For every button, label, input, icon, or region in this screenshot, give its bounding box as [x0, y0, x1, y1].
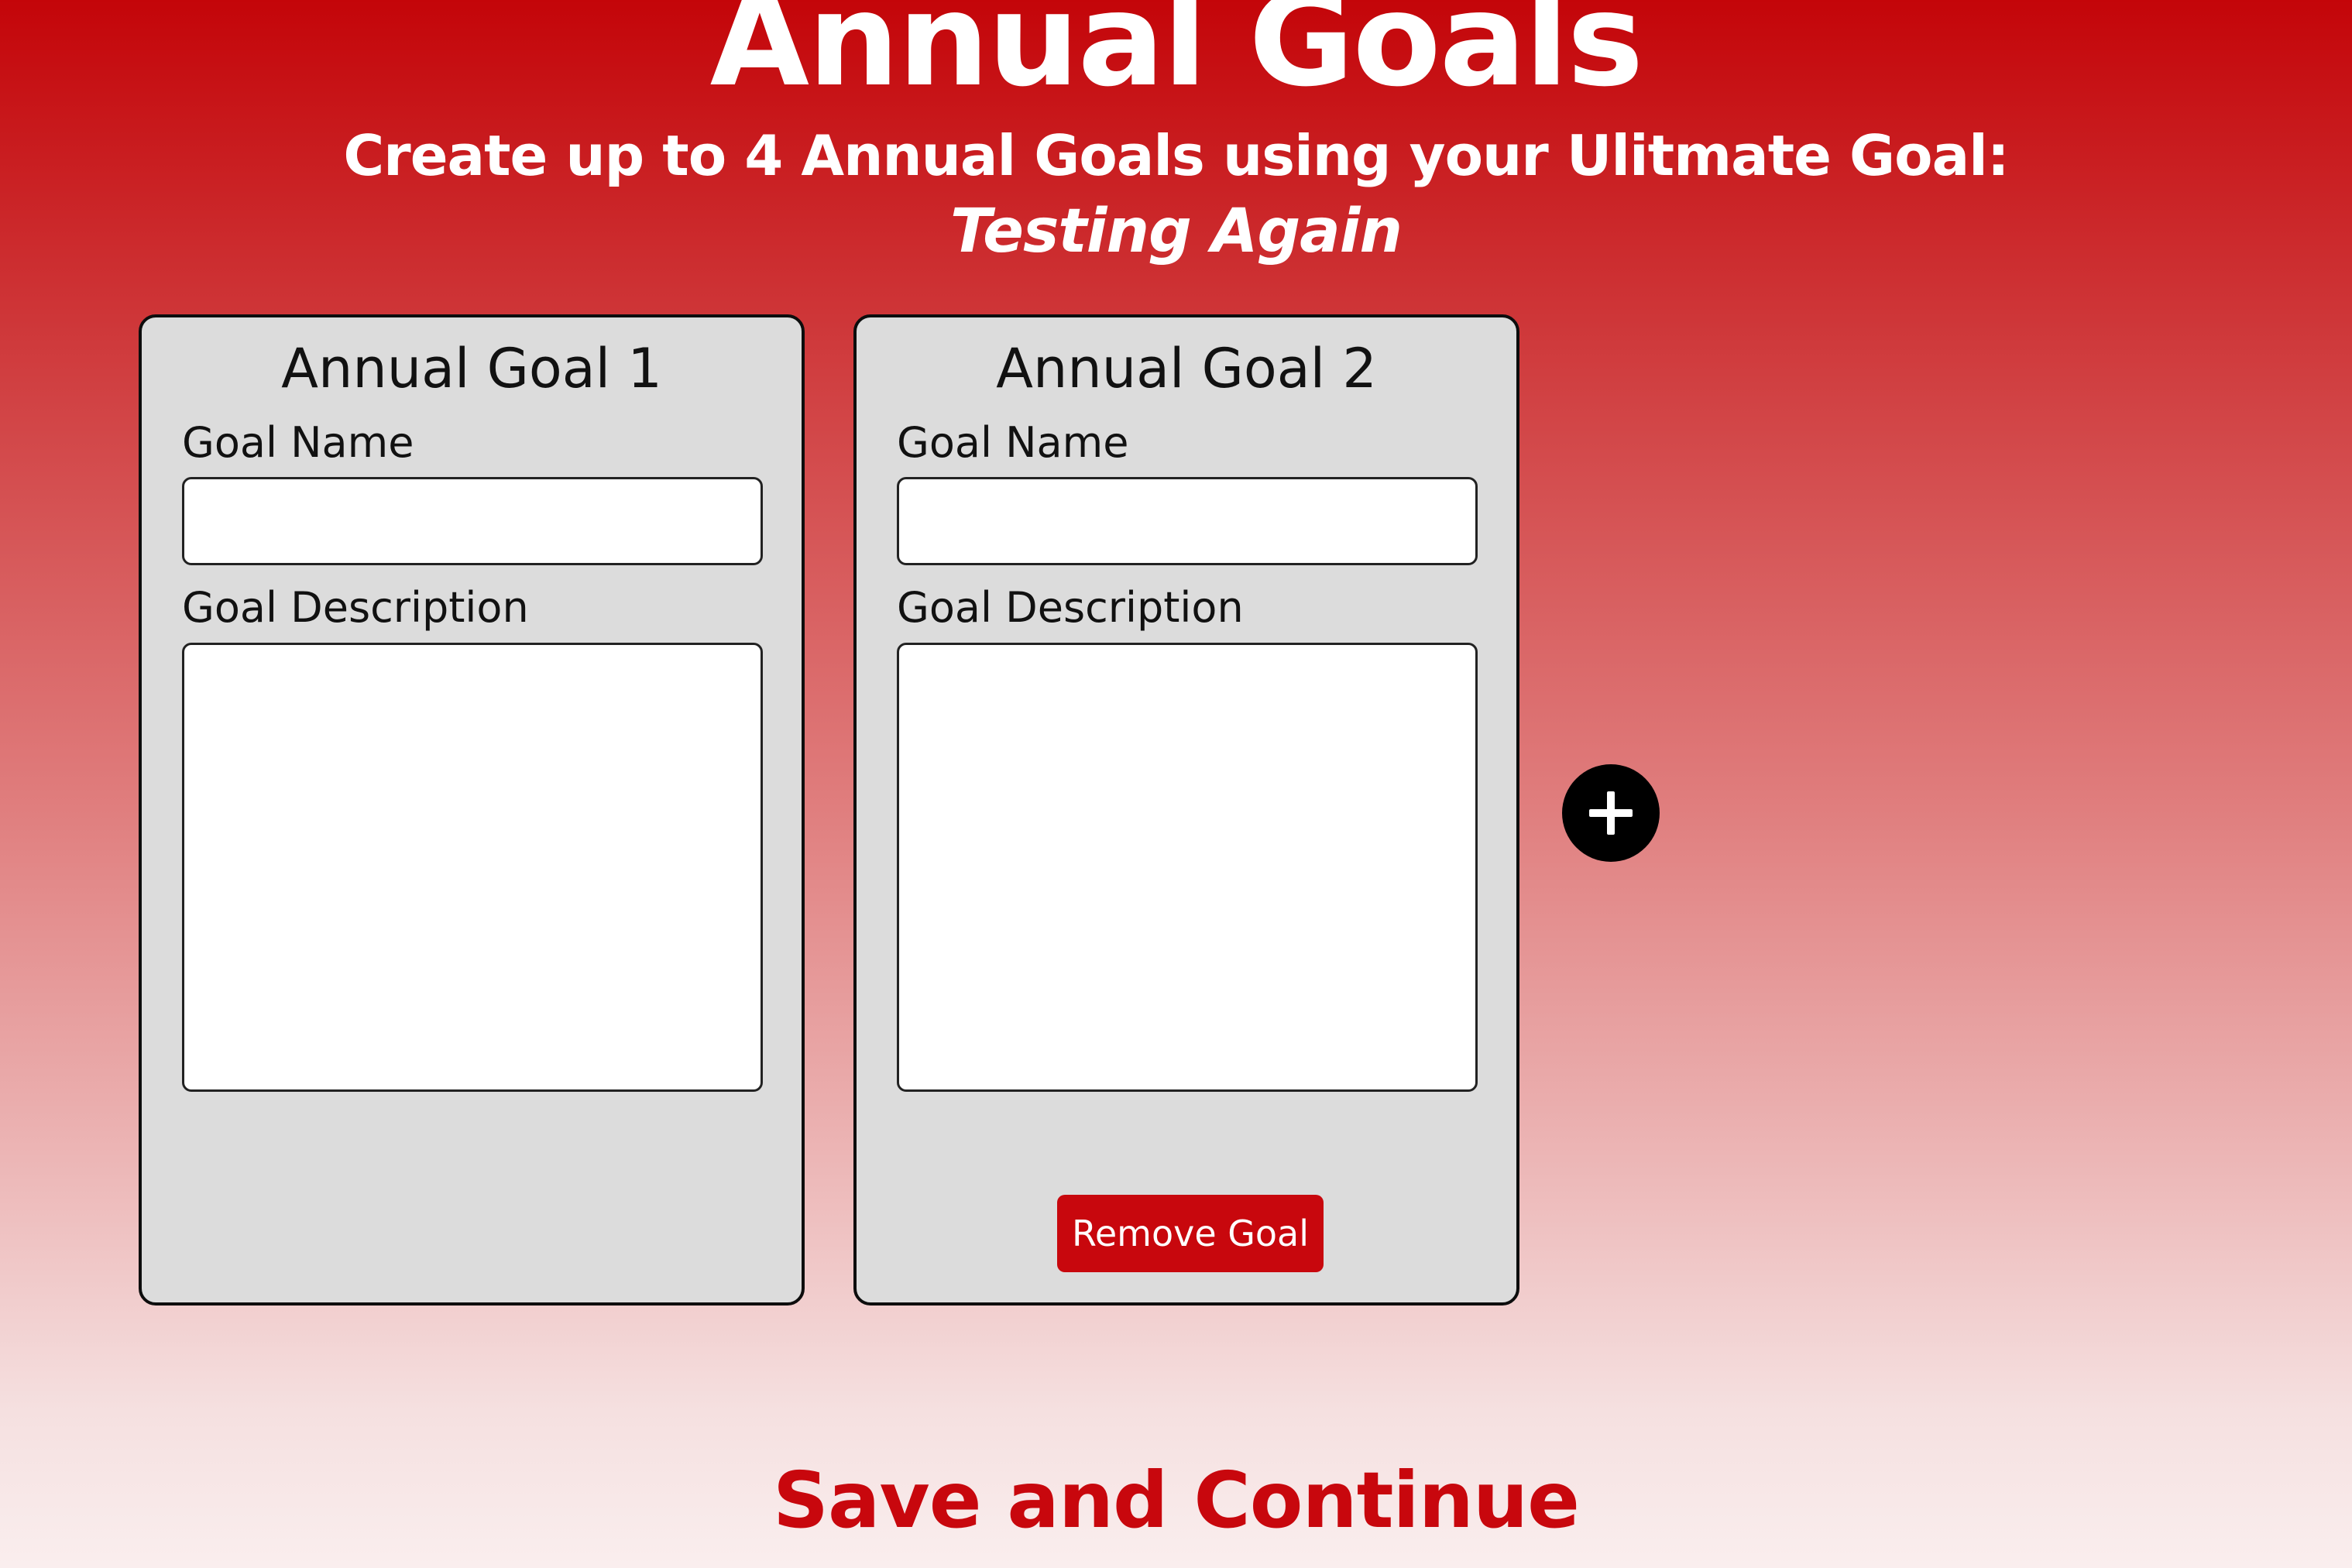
goal-name-input[interactable]	[897, 477, 1478, 565]
remove-goal-button[interactable]: Remove Goal	[1057, 1195, 1324, 1272]
goal-name-label: Goal Name	[897, 418, 1129, 467]
ultimate-goal-text: Testing Again	[949, 197, 1403, 266]
annual-goal-card-2: Annual Goal 2 Goal Name Goal Description…	[853, 314, 1519, 1306]
annual-goal-title: Annual Goal 1	[281, 337, 662, 400]
goal-name-input[interactable]	[182, 477, 763, 565]
save-and-continue-link[interactable]: Save and Continue	[0, 1456, 2352, 1545]
goal-description-textarea[interactable]	[897, 643, 1478, 1092]
plus-icon	[1589, 791, 1633, 835]
annual-goal-card-1: Annual Goal 1 Goal Name Goal Description	[139, 314, 805, 1306]
page-title: Annual Goals	[709, 0, 1644, 115]
add-goal-button[interactable]	[1562, 764, 1660, 862]
page-subtitle: Create up to 4 Annual Goals using your U…	[343, 123, 2009, 188]
goal-name-label: Goal Name	[182, 418, 414, 467]
goal-description-label: Goal Description	[182, 583, 529, 632]
goal-description-textarea[interactable]	[182, 643, 763, 1092]
annual-goal-title: Annual Goal 2	[996, 337, 1377, 400]
goal-description-label: Goal Description	[897, 583, 1244, 632]
